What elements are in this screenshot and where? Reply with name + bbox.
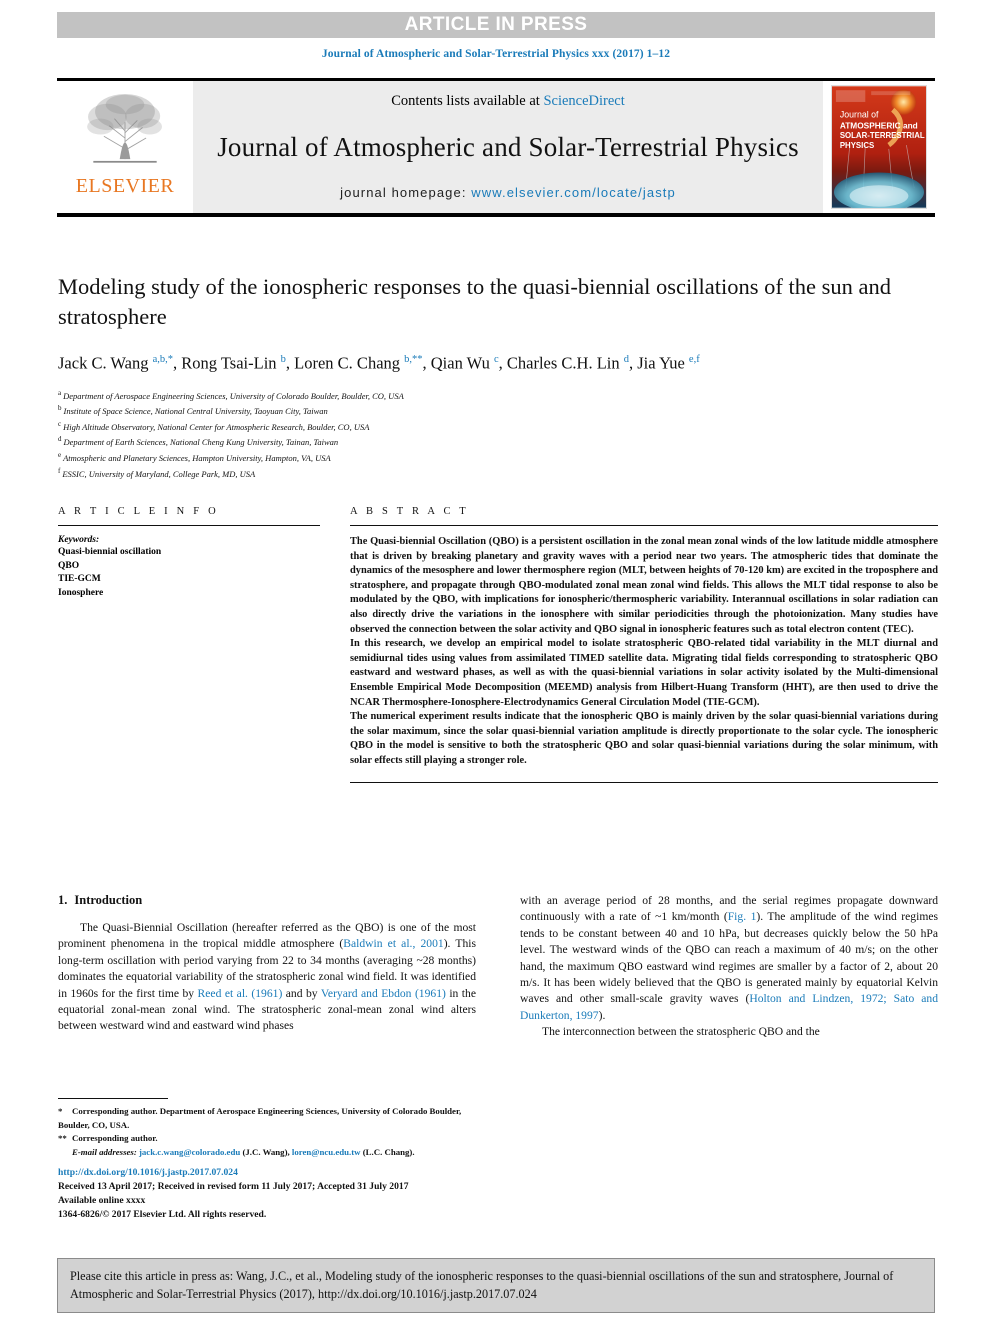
keyword-item: Quasi-biennial oscillation [58, 547, 162, 557]
affiliation-mark: f [58, 466, 61, 475]
footnote-text: Corresponding author. Department of Aero… [58, 1106, 462, 1130]
footnote-rule [58, 1098, 168, 1099]
svg-text:PHYSICS: PHYSICS [840, 141, 874, 150]
email-addresses-label: E-mail addresses: [72, 1146, 137, 1157]
affiliation-text: ESSIC, University of Maryland, College P… [62, 468, 256, 479]
article-info-column: A R T I C L E I N F O Keywords: Quasi-bi… [58, 506, 320, 783]
affiliation-mark: e [58, 451, 62, 459]
body-columns: 1. Introduction The Quasi-Biennial Oscill… [58, 893, 938, 1041]
body-paragraph: The interconnection between the stratosp… [542, 1025, 820, 1039]
homepage-url-link[interactable]: www.elsevier.com/locate/jastp [471, 185, 676, 200]
svg-text:ATMOSPHERIC and: ATMOSPHERIC and [840, 120, 918, 130]
affiliation-item: b Institute of Space Science, National Ce… [58, 402, 938, 418]
elsevier-tree-icon [87, 94, 162, 163]
affiliation-mark: c [58, 419, 62, 428]
journal-masthead: ELSEVIER Contents lists available at Sci… [57, 78, 935, 217]
journal-homepage-line: journal homepage: www.elsevier.com/locat… [340, 185, 676, 200]
homepage-label: journal homepage: [340, 185, 472, 200]
affiliation-mark: a [58, 388, 62, 397]
footnote-corresponding-author-2: ** Corresponding author. [58, 1132, 476, 1146]
info-abstract-region: A R T I C L E I N F O Keywords: Quasi-bi… [58, 506, 938, 783]
section-heading-introduction: 1. Introduction [58, 893, 476, 908]
footnote-mark: * [58, 1106, 63, 1116]
page-title: Modeling study of the ionospheric respon… [58, 274, 891, 329]
running-head: Journal of Atmospheric and Solar-Terrest… [321, 48, 671, 60]
footnote-text: Corresponding author. [72, 1133, 158, 1143]
sciencedirect-link[interactable]: ScienceDirect [543, 93, 624, 109]
body-paragraph: The Quasi-Biennial Oscillation (hereafte… [58, 921, 476, 1033]
affiliation-item: d Department of Earth Sciences, National … [58, 433, 938, 449]
abstract-paragraph: In this research, we develop an empirica… [350, 638, 938, 708]
affiliation-text: High Altitude Observatory, National Cent… [63, 421, 370, 432]
article-page: ARTICLE IN PRESS Journal of Atmospheric … [0, 0, 992, 1323]
body-paragraph: with an average period of 28 months, and… [520, 894, 938, 1022]
affiliation-text: Department of Aerospace Engineering Scie… [63, 390, 404, 401]
body-column-right: with an average period of 28 months, and… [520, 893, 938, 1041]
section-number: 1. [58, 893, 68, 907]
contents-prefix: Contents lists available at [391, 93, 544, 109]
affiliation-item: e Atmospheric and Planetary Sciences, Ham… [58, 449, 938, 465]
citation-box: Please cite this article in press as: Wa… [57, 1258, 935, 1313]
svg-text:Journal of: Journal of [840, 110, 879, 120]
abstract-heading: A B S T R A C T [350, 506, 469, 517]
keyword-item: TIE-GCM [58, 574, 101, 584]
article-info-heading: A R T I C L E I N F O [58, 506, 219, 517]
affiliation-item: c High Altitude Observatory, National Cen… [58, 418, 938, 434]
email-link-1[interactable]: jack.c.wang@colorado.edu [139, 1147, 240, 1157]
publication-info: http://dx.doi.org/10.1016/j.jastp.2017.0… [58, 1166, 558, 1222]
contents-list-line: Contents lists available at ScienceDirec… [391, 93, 625, 110]
available-online: Available online xxxx [58, 1195, 146, 1206]
keyword-item: QBO [58, 560, 80, 571]
email-owner-1: (J.C. Wang), [242, 1146, 290, 1157]
footnote-mark: ** [58, 1133, 67, 1143]
keyword-item: Ionosphere [58, 587, 104, 598]
elsevier-logo: ELSEVIER [57, 81, 193, 213]
abstract-paragraph: The Quasi-biennial Oscillation (QBO) is … [350, 536, 938, 635]
affiliation-item: a Department of Aerospace Engineering Sci… [58, 387, 938, 403]
section-title: Introduction [74, 893, 143, 907]
affiliation-list: a Department of Aerospace Engineering Sci… [58, 387, 938, 481]
email-owner-2: (L.C. Chang). [362, 1146, 415, 1157]
journal-cover-thumbnail: Journal of ATMOSPHERIC and SOLAR-TERREST… [823, 81, 935, 213]
abstract-bottom-rule [350, 781, 938, 783]
doi-link[interactable]: http://dx.doi.org/10.1016/j.jastp.2017.0… [58, 1166, 558, 1180]
svg-text:SOLAR-TERRESTRIAL: SOLAR-TERRESTRIAL [840, 131, 925, 140]
title-block: Modeling study of the ionospheric respon… [58, 272, 938, 480]
elsevier-wordmark: ELSEVIER [75, 175, 175, 197]
author-list: Jack C. Wang a,b,*, Rong Tsai-Lin b, Lor… [58, 353, 700, 373]
abstract-rule [350, 525, 938, 526]
affiliation-item: f ESSIC, University of Maryland, College … [58, 465, 938, 481]
keywords-label: Keywords: [58, 535, 100, 545]
journal-title: Journal of Atmospheric and Solar-Terrest… [217, 132, 799, 162]
footnote-corresponding-author-1: * Corresponding author. Department of Aer… [58, 1105, 476, 1132]
affiliation-text: Institute of Space Science, National Cen… [63, 405, 328, 416]
email-link-2[interactable]: loren@ncu.edu.tw [292, 1147, 361, 1157]
citation-text: Please cite this article in press as: Wa… [70, 1269, 894, 1301]
affiliation-mark: d [58, 435, 62, 444]
article-info-rule [58, 525, 320, 526]
copyright-line: 1364-6826/© 2017 Elsevier Ltd. All right… [58, 1209, 267, 1220]
journal-cover-image: Journal of ATMOSPHERIC and SOLAR-TERREST… [831, 85, 927, 209]
affiliation-text: Department of Earth Sciences, National C… [63, 437, 339, 448]
affiliation-text: Atmospheric and Planetary Sciences, Hamp… [63, 452, 331, 463]
received-dates: Received 13 April 2017; Received in revi… [58, 1181, 409, 1192]
body-column-left: 1. Introduction The Quasi-Biennial Oscill… [58, 893, 476, 1041]
masthead-center: Contents lists available at ScienceDirec… [193, 81, 823, 213]
footnote-email-addresses: E-mail addresses: jack.c.wang@colorado.e… [58, 1146, 476, 1160]
abstract-paragraph: The numerical experiment results indicat… [350, 711, 938, 766]
affiliation-mark: b [58, 404, 62, 413]
footnotes-block: * Corresponding author. Department of Aer… [58, 1098, 476, 1159]
abstract-column: A B S T R A C T The Quasi-biennial Oscil… [320, 506, 938, 783]
masthead-bottom-rule [57, 213, 935, 217]
article-in-press-banner: ARTICLE IN PRESS [57, 12, 935, 38]
